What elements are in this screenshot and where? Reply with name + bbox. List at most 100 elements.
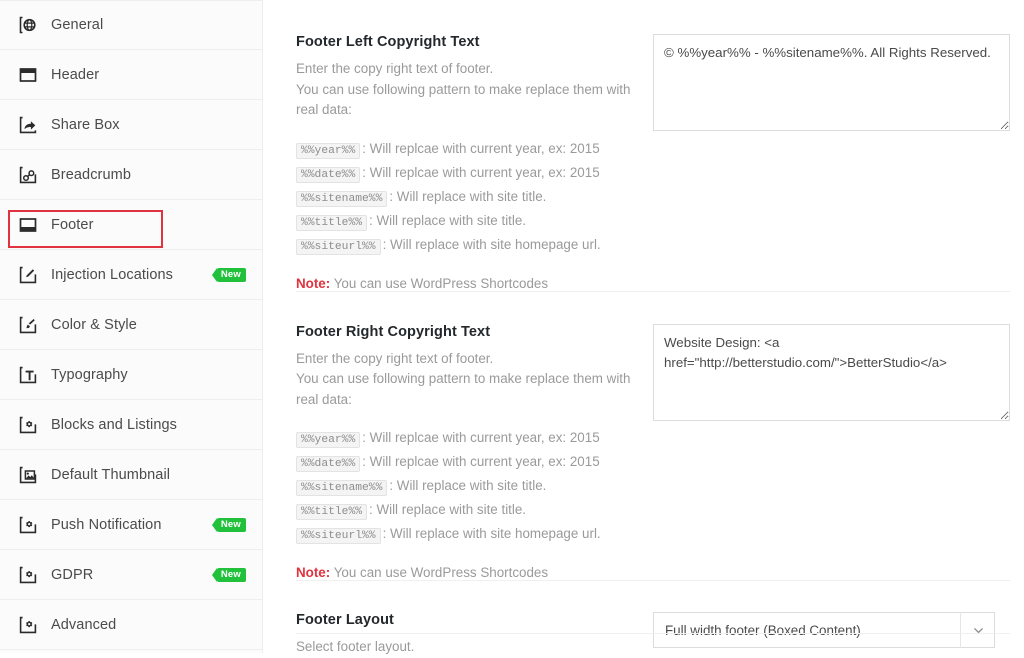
field-description-column: Footer Right Copyright Text Enter the co… [296,324,653,580]
sidebar-item-label: Default Thumbnail [51,466,171,483]
sidebar-item-general[interactable]: General [0,0,262,50]
token-code: %%title%% [296,214,368,231]
field-note: Note: You can use WordPress Shortcodes [296,565,645,580]
new-badge: New [211,567,246,582]
field-description: Enter the copy right text of footer. You… [296,59,645,121]
sidebar-item-footer[interactable]: Footer [0,200,262,250]
sidebar-item-label: Breadcrumb [51,166,131,183]
sidebar-item-label: Typography [51,366,128,383]
token-code: %%date%% [296,166,361,183]
token-text: : Will replcae with current year, ex: 20… [362,430,600,445]
sidebar-item-typography[interactable]: Typography [0,350,262,400]
sidebar-item-advanced[interactable]: Advanced [0,600,262,650]
settings-page: General Header Share Box Breadcrumb Foot… [0,0,1024,654]
new-badge: New [211,517,246,532]
sidebar-item-label: Share Box [51,116,120,133]
footer-icon [17,214,39,236]
sidebar-item-label: GDPR [51,566,94,583]
field-description-column: Footer Left Copyright Text Enter the cop… [296,34,653,291]
token-item: %%title%%: Will replace with site title. [296,210,645,234]
token-text: : Will replcae with current year, ex: 20… [362,140,600,156]
footer-right-copyright-textarea[interactable] [653,323,1010,421]
field-description-line1: Enter the copy right text of footer. [296,61,494,76]
sidebar-item-push-notification[interactable]: Push Notification New [0,500,262,550]
token-code: %%siteurl%% [296,238,381,255]
field-input-column [653,34,1010,131]
header-icon [17,64,39,86]
token-text: : Will replace with site title. [369,502,527,517]
field-description: Enter the copy right text of footer. You… [296,349,645,411]
token-item: %%siteurl%%: Will replace with site home… [296,523,645,547]
sidebar-item-label: Advanced [51,616,117,633]
token-code: %%sitename%% [296,190,388,207]
brush-icon [17,314,39,336]
gear-icon [17,564,39,586]
share-icon [17,114,39,136]
token-text: : Will replcae with current year, ex: 20… [362,164,600,180]
sidebar-nav-list: General Header Share Box Breadcrumb Foot… [0,0,262,650]
token-list: %%year%%: Will replcae with current year… [296,427,645,547]
pencil-icon [17,264,39,286]
sidebar-item-default-thumbnail[interactable]: Default Thumbnail [0,450,262,500]
field-input-column [653,323,1010,421]
token-text: : Will replace with site title. [389,188,547,204]
field-input-column: Full width footer (Boxed Content) [653,612,1010,648]
sidebar-item-breadcrumb[interactable]: Breadcrumb [0,150,262,200]
sidebar-item-label: Footer [51,216,94,233]
footer-layout-select-wrapper: Full width footer (Boxed Content) [653,612,995,648]
token-item: %%date%%: Will replcae with current year… [296,162,645,186]
sidebar-item-label: Push Notification [51,516,162,533]
token-item: %%sitename%%: Will replace with site tit… [296,475,645,499]
link-icon [17,164,39,186]
token-list: %%year%%: Will replcae with current year… [296,138,645,258]
field-title: Footer Left Copyright Text [296,34,480,50]
field-description-line1: Enter the copy right text of footer. [296,350,494,366]
field-description-column: Footer Layout Select footer layout. [296,612,653,658]
token-item: %%date%%: Will replcae with current year… [296,451,645,475]
sidebar-item-header[interactable]: Header [0,50,262,100]
token-code: %%year%% [296,142,361,159]
field-note: Note: You can use WordPress Shortcodes [296,276,645,291]
note-label: Note: [296,565,331,580]
token-code: %%sitename%% [296,480,388,496]
field-description-line2: You can use following pattern to make re… [296,81,631,118]
sidebar-item-blocks-and-listings[interactable]: Blocks and Listings [0,400,262,450]
token-text: : Will replace with site title. [369,212,527,228]
token-item: %%title%%: Will replace with site title. [296,499,645,523]
token-item: %%sitename%%: Will replace with site tit… [296,186,645,210]
token-code: %%siteurl%% [296,528,381,544]
settings-sidebar: General Header Share Box Breadcrumb Foot… [0,0,263,653]
token-code: %%title%% [296,504,368,520]
footer-left-copyright-textarea[interactable] [653,34,1010,131]
field-description-line2: You can use following pattern to make re… [296,371,631,407]
token-text: : Will replcae with current year, ex: 20… [362,454,600,469]
token-text: : Will replace with site title. [389,478,547,493]
globe-icon [17,14,39,36]
sidebar-item-share-box[interactable]: Share Box [0,100,262,150]
settings-content: Footer Left Copyright Text Enter the cop… [263,0,1024,654]
new-badge: New [211,267,246,282]
sidebar-item-color-and-style[interactable]: Color & Style [0,300,262,350]
field-title: Footer Layout [296,612,394,628]
token-item: %%year%%: Will replcae with current year… [296,138,645,162]
note-label: Note: [296,275,331,291]
sidebar-item-label: Header [51,66,100,83]
sidebar-item-label: Injection Locations [51,266,174,283]
field-footer-left-copyright: Footer Left Copyright Text Enter the cop… [296,0,1010,291]
footer-layout-select[interactable]: Full width footer (Boxed Content) [653,612,995,648]
sidebar-item-label: General [51,17,104,33]
token-text: : Will replace with site homepage url. [382,236,601,252]
token-item: %%year%%: Will replcae with current year… [296,427,645,451]
content-bottom-divider [296,633,1010,634]
field-footer-right-copyright: Footer Right Copyright Text Enter the co… [296,290,1010,580]
token-item: %%siteurl%%: Will replace with site home… [296,234,645,258]
note-text: You can use WordPress Shortcodes [330,565,549,580]
token-code: %%year%% [296,432,361,448]
image-icon [17,464,39,486]
sidebar-item-gdpr[interactable]: GDPR New [0,550,262,600]
sidebar-item-injection-locations[interactable]: Injection Locations New [0,250,262,300]
gear-icon [17,614,39,636]
text-icon [17,364,39,386]
field-description: Select footer layout. [296,639,415,654]
token-text: : Will replace with site homepage url. [382,526,601,541]
